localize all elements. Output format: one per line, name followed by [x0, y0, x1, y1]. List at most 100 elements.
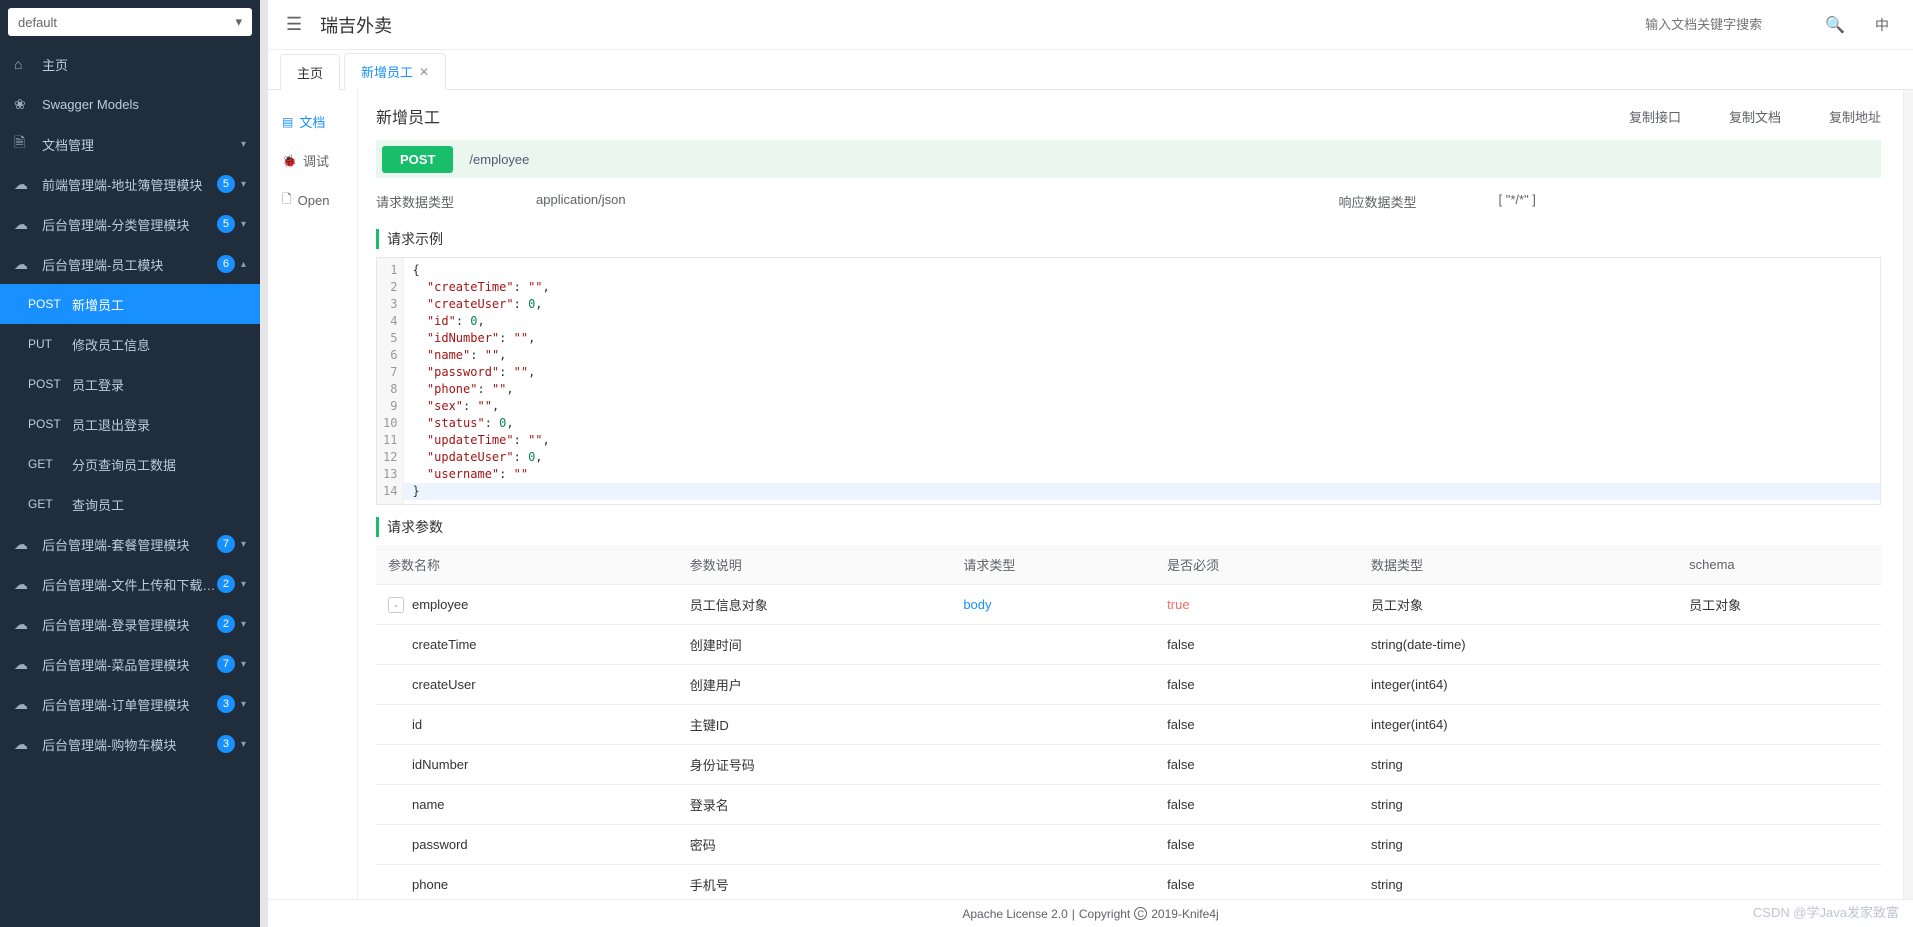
- param-row: createTime创建时间falsestring(date-time): [376, 625, 1881, 665]
- param-required: true: [1155, 585, 1359, 625]
- param-required: false: [1155, 625, 1359, 665]
- chevron-down-icon: ▾: [241, 139, 246, 150]
- count-badge: 7: [217, 655, 235, 673]
- project-select[interactable]: default ▾: [8, 8, 252, 36]
- doc-nav-open[interactable]: 🗋Open: [268, 180, 357, 221]
- request-example-code[interactable]: 1234567891011121314 { "createTime": "", …: [376, 257, 1881, 505]
- sidebar-group[interactable]: ☁后台管理端-购物车模块3▾: [0, 724, 260, 764]
- search-input[interactable]: [1641, 11, 1801, 38]
- meta-row: 请求数据类型 application/json 响应数据类型 [ "*/*" ]: [376, 192, 1881, 211]
- sidebar-scrollbar[interactable]: [260, 0, 268, 927]
- count-badge: 3: [217, 735, 235, 753]
- cloud-icon: ☁: [14, 176, 32, 193]
- sidebar-api-item[interactable]: GET分页查询员工数据: [0, 444, 260, 484]
- copy-doc-button[interactable]: 复制文档: [1729, 107, 1781, 126]
- tabs: 主页新增员工✕: [268, 50, 1913, 90]
- param-in: [951, 665, 1155, 705]
- http-method-tag: GET: [28, 457, 72, 471]
- sidebar-item-docmgr[interactable]: 🗎 文档管理 ▾: [0, 124, 260, 164]
- param-desc: 主键ID: [678, 705, 952, 745]
- api-title: 新增员工: [376, 104, 1629, 128]
- count-badge: 2: [217, 575, 235, 593]
- param-desc: 员工信息对象: [678, 585, 952, 625]
- res-type-label: 响应数据类型: [1339, 192, 1499, 211]
- copy-url-button[interactable]: 复制地址: [1829, 107, 1881, 126]
- sidebar-group-label: 后台管理端-套餐管理模块: [42, 535, 217, 554]
- tab[interactable]: 主页: [280, 54, 340, 90]
- license-text: Apache License 2.0: [962, 907, 1067, 921]
- copyright-label: Copyright: [1079, 907, 1130, 921]
- params-header-row: 参数名称 参数说明 请求类型 是否必须 数据类型 schema: [376, 545, 1881, 585]
- models-icon: ❀: [14, 96, 32, 113]
- cloud-icon: ☁: [14, 616, 32, 633]
- sidebar-api-item[interactable]: GET查询员工: [0, 484, 260, 524]
- sidebar-api-item[interactable]: PUT修改员工信息: [0, 324, 260, 364]
- close-icon[interactable]: ✕: [419, 65, 429, 79]
- sidebar-group-label: 后台管理端-文件上传和下载模块: [42, 575, 217, 594]
- sidebar-item-home[interactable]: ⌂ 主页: [0, 44, 260, 84]
- open-icon: 🗋: [282, 190, 292, 211]
- sidebar-label: Swagger Models: [42, 97, 246, 112]
- param-row: password密码falsestring: [376, 825, 1881, 865]
- sidebar-group[interactable]: ☁后台管理端-登录管理模块2▾: [0, 604, 260, 644]
- language-button[interactable]: 中: [1869, 15, 1895, 35]
- sidebar-api-item[interactable]: POST员工登录: [0, 364, 260, 404]
- cloud-icon: ☁: [14, 216, 32, 233]
- http-method-tag: GET: [28, 497, 72, 511]
- col-schema: schema: [1677, 545, 1881, 585]
- sidebar-group[interactable]: ☁后台管理端-套餐管理模块7▾: [0, 524, 260, 564]
- param-required: false: [1155, 665, 1359, 705]
- chevron-icon: ▴: [241, 259, 246, 270]
- param-type: 员工对象: [1359, 585, 1677, 625]
- param-type: string(date-time): [1359, 625, 1677, 665]
- api-item-label: 查询员工: [72, 495, 124, 514]
- sidebar-api-item[interactable]: POST员工退出登录: [0, 404, 260, 444]
- param-type: string: [1359, 825, 1677, 865]
- sidebar: default ▾ ⌂ 主页 ❀ Swagger Models 🗎 文档管理 ▾…: [0, 0, 260, 927]
- param-schema: [1677, 625, 1881, 665]
- sidebar-api-item[interactable]: POST新增员工: [0, 284, 260, 324]
- api-item-label: 修改员工信息: [72, 335, 150, 354]
- sidebar-group[interactable]: ☁后台管理端-分类管理模块5▾: [0, 204, 260, 244]
- tab[interactable]: 新增员工✕: [344, 53, 446, 90]
- param-in: [951, 785, 1155, 825]
- param-schema: 员工对象: [1677, 585, 1881, 625]
- sidebar-label: 主页: [42, 55, 246, 74]
- count-badge: 2: [217, 615, 235, 633]
- home-icon: ⌂: [14, 56, 32, 72]
- param-row: name登录名falsestring: [376, 785, 1881, 825]
- watermark: CSDN @学Java发家致富: [1753, 902, 1899, 921]
- content-scrollbar[interactable]: [1903, 90, 1913, 927]
- param-schema: [1677, 705, 1881, 745]
- collapse-icon[interactable]: -: [388, 597, 404, 613]
- http-method-tag: POST: [28, 297, 72, 311]
- doc-nav-doc[interactable]: ▤文档: [268, 102, 357, 141]
- sidebar-group[interactable]: ☁后台管理端-员工模块6▴: [0, 244, 260, 284]
- sidebar-group[interactable]: ☁后台管理端-文件上传和下载模块2▾: [0, 564, 260, 604]
- chevron-icon: ▾: [241, 219, 246, 230]
- doc-nav-label: 文档: [299, 112, 325, 131]
- project-name: default: [18, 15, 57, 30]
- copy-api-button[interactable]: 复制接口: [1629, 107, 1681, 126]
- count-badge: 5: [217, 175, 235, 193]
- param-desc: 登录名: [678, 785, 952, 825]
- count-badge: 7: [217, 535, 235, 553]
- api-item-label: 新增员工: [72, 295, 124, 314]
- sidebar-group-label: 后台管理端-分类管理模块: [42, 215, 217, 234]
- sidebar-group-label: 后台管理端-登录管理模块: [42, 615, 217, 634]
- param-required: false: [1155, 825, 1359, 865]
- cloud-icon: ☁: [14, 256, 32, 273]
- chevron-icon: ▾: [241, 659, 246, 670]
- collapse-sidebar-icon[interactable]: ☰: [286, 14, 302, 35]
- params-table: 参数名称 参数说明 请求类型 是否必须 数据类型 schema -employe…: [376, 545, 1881, 905]
- app-title: 瑞吉外卖: [320, 12, 392, 38]
- sidebar-label: 文档管理: [42, 135, 241, 154]
- doc-nav-bug[interactable]: 🐞调试: [268, 141, 357, 180]
- sidebar-group[interactable]: ☁前端管理端-地址簿管理模块5▾: [0, 164, 260, 204]
- search-icon[interactable]: 🔍: [1819, 15, 1851, 35]
- sidebar-group-label: 前端管理端-地址簿管理模块: [42, 175, 217, 194]
- sidebar-group[interactable]: ☁后台管理端-订单管理模块3▾: [0, 684, 260, 724]
- sidebar-item-swagger[interactable]: ❀ Swagger Models: [0, 84, 260, 124]
- sidebar-group[interactable]: ☁后台管理端-菜品管理模块7▾: [0, 644, 260, 684]
- api-path: /employee: [469, 152, 529, 167]
